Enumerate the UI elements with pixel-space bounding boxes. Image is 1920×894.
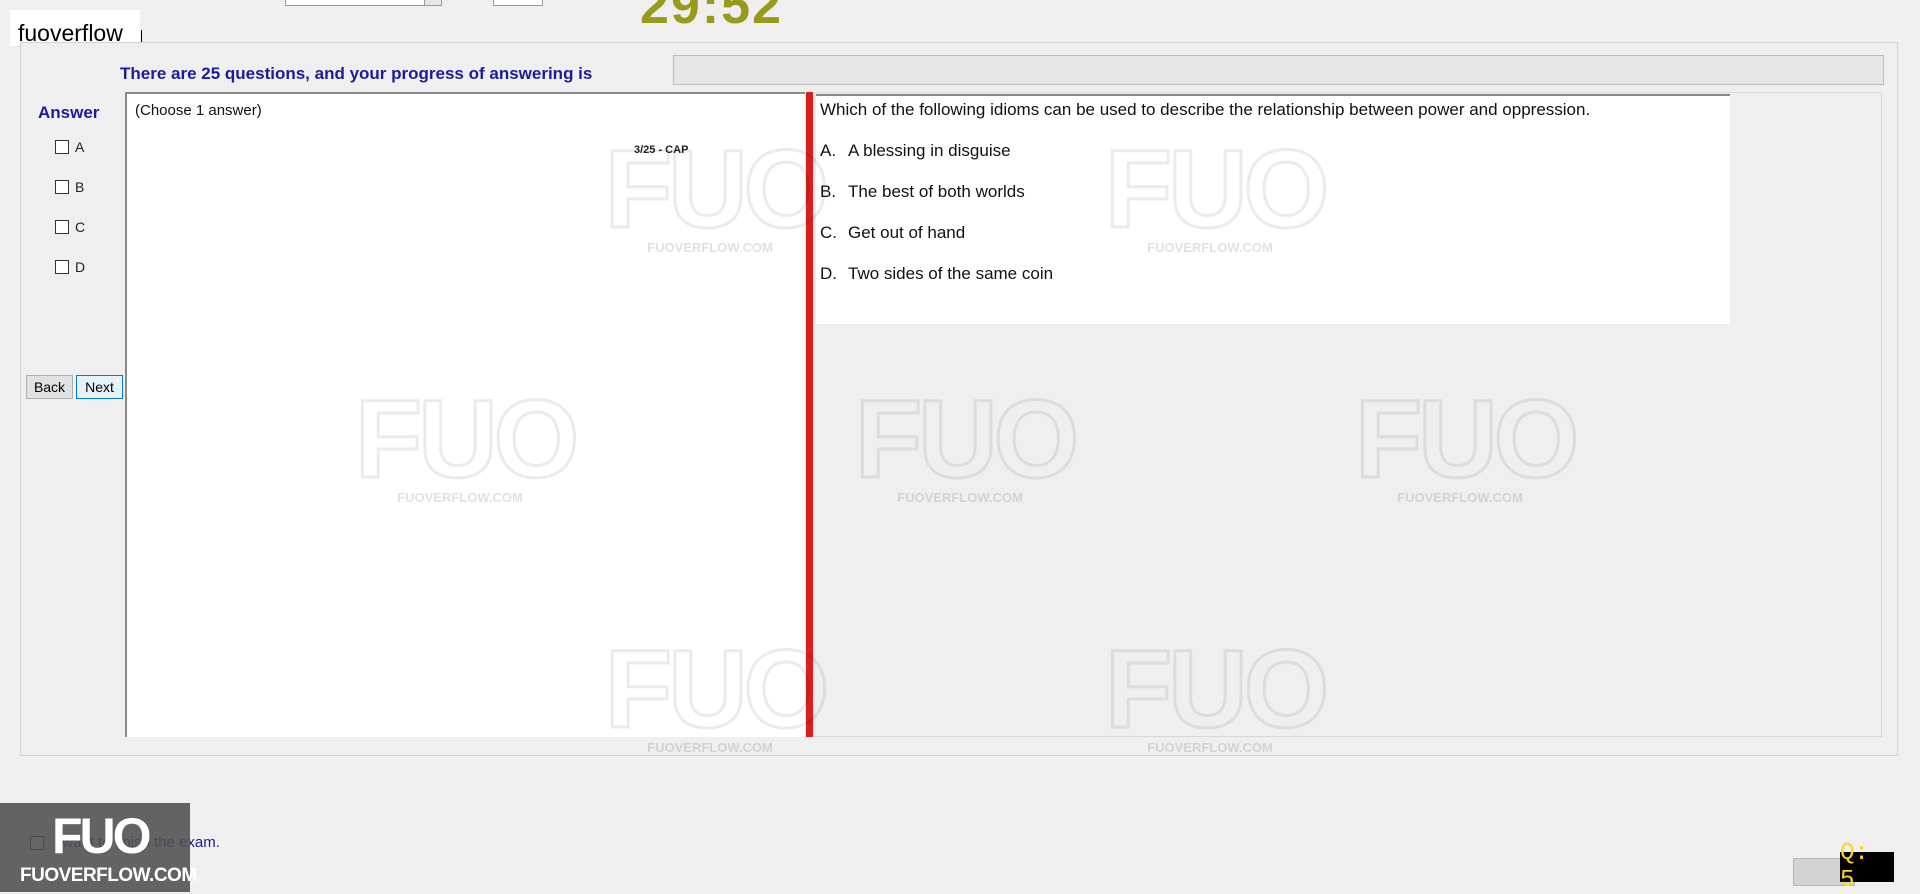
question-text: Which of the following idioms can be use… [820, 100, 1591, 119]
panel-splitter[interactable] [806, 92, 813, 737]
option-text: The best of both worlds [848, 182, 1025, 201]
answer-option-d[interactable]: D [55, 259, 85, 275]
back-button[interactable]: Back [26, 375, 73, 399]
option-label: C [75, 219, 86, 235]
option-text: Get out of hand [848, 223, 966, 242]
top-small-field[interactable] [493, 0, 543, 6]
question-code: 3/25 - CAP [634, 144, 689, 156]
checkbox[interactable] [55, 260, 69, 274]
option-label: A [75, 139, 85, 155]
logo-mark: FUO [52, 808, 152, 864]
checkbox[interactable] [55, 220, 69, 234]
option-text: A blessing in disguise [848, 141, 1011, 160]
question-option-c: C. Get out of hand [820, 223, 965, 243]
answer-option-b[interactable]: B [55, 179, 84, 195]
image-panel[interactable] [125, 92, 805, 737]
dropdown-arrow-icon[interactable] [424, 0, 441, 5]
question-option-d: D. Two sides of the same coin [820, 264, 1053, 284]
choose-instruction: (Choose 1 answer) [135, 102, 262, 119]
watermark-logo: FUO FUOVERFLOW.COM [0, 803, 197, 892]
question-option-b: B. The best of both worlds [820, 182, 1025, 202]
option-letter: D. [820, 264, 837, 283]
option-letter: B. [820, 182, 837, 201]
countdown-timer: 29:52 [640, 0, 783, 35]
question-text-box[interactable] [816, 94, 1730, 324]
option-letter: C. [820, 223, 837, 242]
question-option-a: A. A blessing in disguise [820, 141, 1011, 161]
option-text: Two sides of the same coin [848, 264, 1054, 283]
question-counter-badge: Q: 5 [1840, 840, 1894, 894]
option-label: B [75, 179, 85, 195]
answer-heading: Answer [38, 103, 100, 122]
progress-label: There are 25 questions, and your progres… [120, 64, 593, 83]
progress-bar [673, 55, 1884, 85]
option-letter: A. [820, 141, 837, 160]
logo-site: FUOVERFLOW.COM [20, 865, 197, 886]
next-button[interactable]: Next [76, 375, 123, 399]
answer-option-c[interactable]: C [55, 219, 85, 235]
option-label: D [75, 259, 86, 275]
checkbox[interactable] [55, 180, 69, 194]
answer-option-a[interactable]: A [55, 139, 84, 155]
top-combobox[interactable] [285, 0, 442, 6]
checkbox[interactable] [55, 140, 69, 154]
